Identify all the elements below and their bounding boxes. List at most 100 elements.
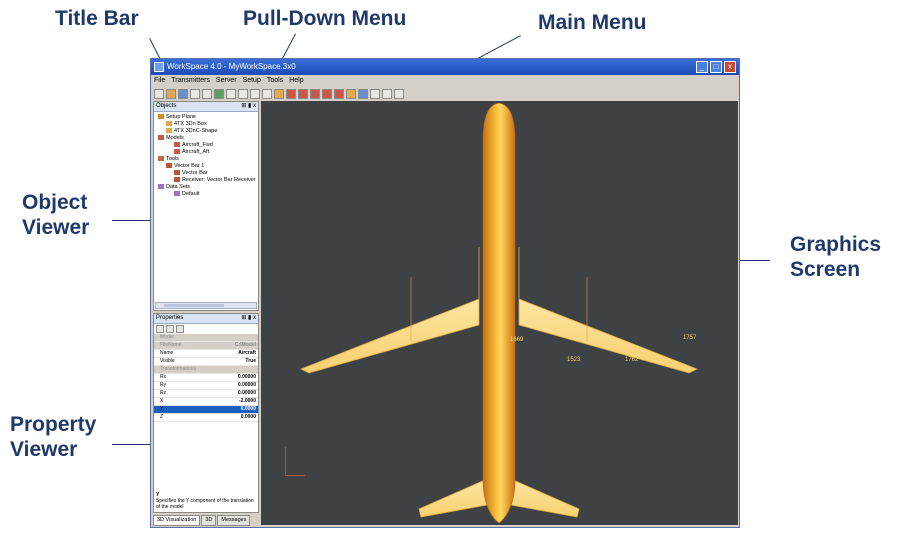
- property-value[interactable]: -2.0000: [211, 398, 258, 405]
- property-value[interactable]: Aircraft: [211, 350, 258, 357]
- settings-icon[interactable]: [394, 89, 404, 99]
- property-value[interactable]: 0.00000: [211, 374, 258, 381]
- new-icon[interactable]: [154, 89, 164, 99]
- axis-x-indicator: [285, 475, 305, 476]
- pencil-icon[interactable]: [226, 89, 236, 99]
- property-row[interactable]: Z 0.0000: [154, 414, 258, 422]
- property-row[interactable]: Model: [154, 334, 258, 342]
- rotate-icon[interactable]: [214, 89, 224, 99]
- view-persp-icon[interactable]: [346, 89, 356, 99]
- left-stabilizer: [418, 457, 488, 518]
- center-icon[interactable]: [382, 89, 392, 99]
- property-value[interactable]: 0.00000: [211, 390, 258, 397]
- object-viewer-callout: Object Viewer: [22, 190, 89, 240]
- tree-item[interactable]: Aircraft_Aft: [154, 149, 258, 156]
- view-top-icon[interactable]: [298, 89, 308, 99]
- view-iso-icon[interactable]: [334, 89, 344, 99]
- menu-setup[interactable]: Setup: [243, 75, 261, 87]
- menu-help[interactable]: Help: [289, 75, 303, 87]
- minimize-button[interactable]: _: [696, 61, 708, 73]
- property-value[interactable]: 0.0000: [211, 406, 258, 413]
- tree-item[interactable]: 4TX 3DnC-Shape: [154, 128, 258, 135]
- properties-panel-pin-icon[interactable]: ⊞ ▮ x: [241, 314, 256, 323]
- filter-icon[interactable]: [238, 89, 248, 99]
- property-value[interactable]: [211, 334, 258, 341]
- categorized-icon[interactable]: [156, 325, 164, 333]
- tree-node-icon: [166, 128, 172, 134]
- property-key: Rx: [160, 374, 167, 380]
- open-folder-icon[interactable]: [166, 89, 176, 99]
- tree-item[interactable]: Receiver: Vector Bar Receiver: [154, 177, 258, 184]
- menu-file[interactable]: File: [154, 75, 165, 87]
- tree-item-label: Aircraft_Aft: [182, 149, 210, 155]
- tree-item[interactable]: Data Sets: [154, 184, 258, 191]
- tree-item[interactable]: Aircraft_Fwd: [154, 142, 258, 149]
- property-row[interactable]: Ry 0.00000: [154, 382, 258, 390]
- tree-item[interactable]: Default: [154, 191, 258, 198]
- tree-item[interactable]: Vector Bar: [154, 170, 258, 177]
- property-row[interactable]: Rx 0.00000: [154, 374, 258, 382]
- property-value[interactable]: True: [211, 358, 258, 365]
- tree-item-label: Vector Bar 1: [174, 163, 205, 169]
- objects-horizontal-scrollbar[interactable]: [155, 302, 257, 309]
- property-row[interactable]: Visible True: [154, 358, 258, 366]
- property-key: Name: [160, 350, 174, 356]
- tree-item[interactable]: Setup Plane: [154, 114, 258, 121]
- scrollbar-thumb[interactable]: [164, 304, 224, 307]
- sphere-icon[interactable]: [358, 89, 368, 99]
- close-button[interactable]: x: [724, 61, 736, 73]
- property-key: Visible: [160, 358, 175, 364]
- property-row[interactable]: FileName C:\Model: [154, 342, 258, 350]
- pointer-icon[interactable]: [202, 89, 212, 99]
- menu-transmitters[interactable]: Transmitters: [171, 75, 210, 87]
- pan-icon[interactable]: [262, 89, 272, 99]
- tab-3d[interactable]: 3D: [201, 515, 217, 526]
- tree-item-label: Aircraft_Fwd: [182, 142, 213, 148]
- title-bar[interactable]: WorkSpace 4.0 - MyWorkSpace.3x0 _ □ x: [151, 59, 739, 75]
- properties-icon[interactable]: [190, 89, 200, 99]
- property-value[interactable]: [211, 366, 258, 373]
- maximize-button[interactable]: □: [710, 61, 722, 73]
- tree-node-icon: [174, 142, 180, 148]
- tab-3d-visualization[interactable]: 3D Visualization: [153, 515, 201, 526]
- objects-panel-pin-icon[interactable]: ⊞ ▮ x: [241, 102, 256, 111]
- property-row[interactable]: Y 0.0000: [154, 406, 258, 414]
- zoom-fit-icon[interactable]: [250, 89, 260, 99]
- tree-item[interactable]: Models: [154, 135, 258, 142]
- menu-server[interactable]: Server: [216, 75, 237, 87]
- property-row[interactable]: Transformations: [154, 366, 258, 374]
- property-value[interactable]: 0.0000: [211, 414, 258, 421]
- point-label-1762[interactable]: 1762: [625, 357, 638, 363]
- window-controls: _ □ x: [696, 61, 736, 73]
- point-label-1523[interactable]: 1523: [567, 357, 580, 363]
- right-wing: [518, 247, 698, 374]
- save-icon[interactable]: [178, 89, 188, 99]
- tab-messages[interactable]: Messages: [217, 515, 251, 526]
- tree-node-icon: [158, 184, 164, 190]
- graphics-screen-callout-line1: Graphics: [790, 233, 882, 256]
- properties-toolbar: [154, 324, 258, 334]
- chart-icon[interactable]: [286, 89, 296, 99]
- alphabetical-icon[interactable]: [166, 325, 174, 333]
- view-side-icon[interactable]: [322, 89, 332, 99]
- property-description: Y Specifies the Y component of the trans…: [156, 492, 256, 510]
- measure-icon[interactable]: [274, 89, 284, 99]
- tree-item[interactable]: Vector Bar 1: [154, 163, 258, 170]
- tree-item[interactable]: 4TX 3Dn Box: [154, 121, 258, 128]
- view-front-icon[interactable]: [310, 89, 320, 99]
- property-pages-icon[interactable]: [176, 325, 184, 333]
- property-row[interactable]: Rz 0.00000: [154, 390, 258, 398]
- property-row[interactable]: Name Aircraft: [154, 350, 258, 358]
- property-row[interactable]: X -2.0000: [154, 398, 258, 406]
- point-label-1669[interactable]: 1669: [510, 337, 523, 343]
- menu-tools[interactable]: Tools: [267, 75, 283, 87]
- axis-y-indicator: [285, 447, 286, 475]
- objects-panel-title: Objects: [156, 103, 177, 109]
- tree-item[interactable]: Tools: [154, 156, 258, 163]
- move-icon[interactable]: [370, 89, 380, 99]
- property-value[interactable]: C:\Model: [211, 342, 258, 349]
- left-wing: [300, 247, 480, 374]
- point-label-1757[interactable]: 1757: [683, 335, 696, 341]
- property-value[interactable]: 0.00000: [211, 382, 258, 389]
- graphics-screen[interactable]: 1669 1757 1523 1762: [261, 101, 738, 525]
